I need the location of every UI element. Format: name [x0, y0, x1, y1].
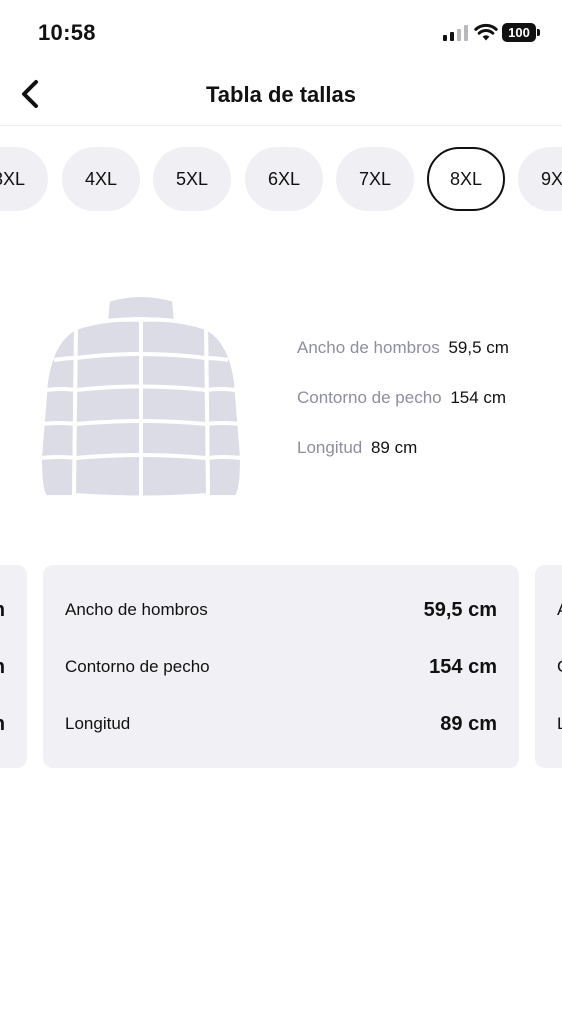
card-row-value: 154 cm	[429, 655, 497, 678]
status-bar: 10:58 100	[0, 0, 562, 64]
puffer-jacket-illustration	[38, 293, 244, 500]
card-row: Ancho de hombros 59,5 cm	[65, 595, 497, 625]
card-row-value: 154 cm	[0, 656, 5, 679]
size-pill-7xl[interactable]: 7XL	[336, 147, 414, 211]
card-row: Contorno de pecho 154 cm	[65, 652, 497, 682]
back-button[interactable]	[10, 74, 50, 114]
card-row-label: Ancho de hombros	[65, 600, 208, 619]
card-row: Ancho de hombros 59,5 cm	[0, 595, 5, 625]
size-pill-8xl-selected[interactable]: 8XL	[427, 147, 505, 211]
size-chart-screen: 10:58 100 Tabla de tallas 3XL 4XL	[0, 0, 562, 1024]
size-card-previous[interactable]: Ancho de hombros 59,5 cm Contorno de pec…	[0, 565, 27, 768]
size-pill-label: 8XL	[449, 168, 483, 189]
measurement-label: Contorno de pecho	[297, 388, 442, 407]
measurement-label: Ancho de hombros	[297, 338, 440, 357]
size-pill-label: 9XL	[540, 168, 562, 189]
measurement-summary: Ancho de hombros 59,5 cm Contorno de pec…	[297, 338, 557, 488]
card-row-label: Ancho de hombros	[557, 600, 562, 620]
card-row-label: Longitud	[557, 714, 562, 733]
measurement-chest: Contorno de pecho 154 cm	[297, 388, 557, 438]
size-card-next[interactable]: Ancho de hombros Contorno de pecho Longi…	[535, 565, 562, 768]
size-pill-3xl[interactable]: 3XL	[0, 147, 48, 211]
measurement-shoulder-width: Ancho de hombros 59,5 cm	[297, 338, 557, 388]
measurement-value: 59,5 cm	[448, 338, 509, 357]
page-title: Tabla de tallas	[206, 82, 356, 107]
card-row-label: Contorno de pecho	[557, 657, 562, 677]
size-selector: 3XL 4XL 5XL 6XL 7XL 8XL 9XL	[0, 147, 562, 211]
card-row: Contorno de pecho	[557, 652, 562, 682]
card-row: Longitud 89 cm	[0, 709, 5, 739]
card-row-label: Longitud	[65, 714, 131, 733]
battery-icon: 100	[502, 23, 540, 42]
measurement-value: 154 cm	[450, 388, 507, 407]
measurement-value: 89 cm	[370, 438, 418, 457]
battery-cap	[537, 29, 540, 36]
size-pill-5xl[interactable]: 5XL	[153, 147, 231, 211]
size-pill-6xl[interactable]: 6XL	[245, 147, 323, 211]
card-row: Contorno de pecho 154 cm	[0, 652, 5, 682]
card-row-value: 89 cm	[0, 713, 5, 736]
battery-level: 100	[508, 25, 530, 40]
card-row: Longitud 89 cm	[65, 709, 497, 739]
size-pill-label: 6XL	[267, 168, 301, 189]
size-card-current[interactable]: Ancho de hombros 59,5 cm Contorno de pec…	[43, 565, 519, 768]
card-row-label: Contorno de pecho	[65, 657, 210, 676]
card-row-value: 59,5 cm	[423, 598, 497, 621]
chevron-left-icon	[22, 80, 38, 108]
size-pill-label: 4XL	[84, 168, 118, 189]
measurement-length: Longitud 89 cm	[297, 438, 557, 488]
card-row-value: 59,5 cm	[0, 599, 5, 622]
measurement-label: Longitud	[297, 438, 363, 457]
wifi-icon	[474, 23, 498, 41]
size-pill-label: 5XL	[175, 168, 209, 189]
cellular-signal-icon	[443, 25, 468, 41]
size-pill-9xl[interactable]: 9XL	[518, 147, 562, 211]
size-pill-label: 7XL	[358, 168, 392, 189]
size-pill-4xl[interactable]: 4XL	[62, 147, 140, 211]
card-row: Ancho de hombros	[557, 595, 562, 625]
navigation-bar: Tabla de tallas	[0, 64, 562, 126]
status-time: 10:58	[38, 20, 96, 45]
card-row: Longitud	[557, 709, 562, 739]
size-pill-label: 3XL	[0, 168, 26, 189]
card-row-value: 89 cm	[440, 712, 497, 735]
